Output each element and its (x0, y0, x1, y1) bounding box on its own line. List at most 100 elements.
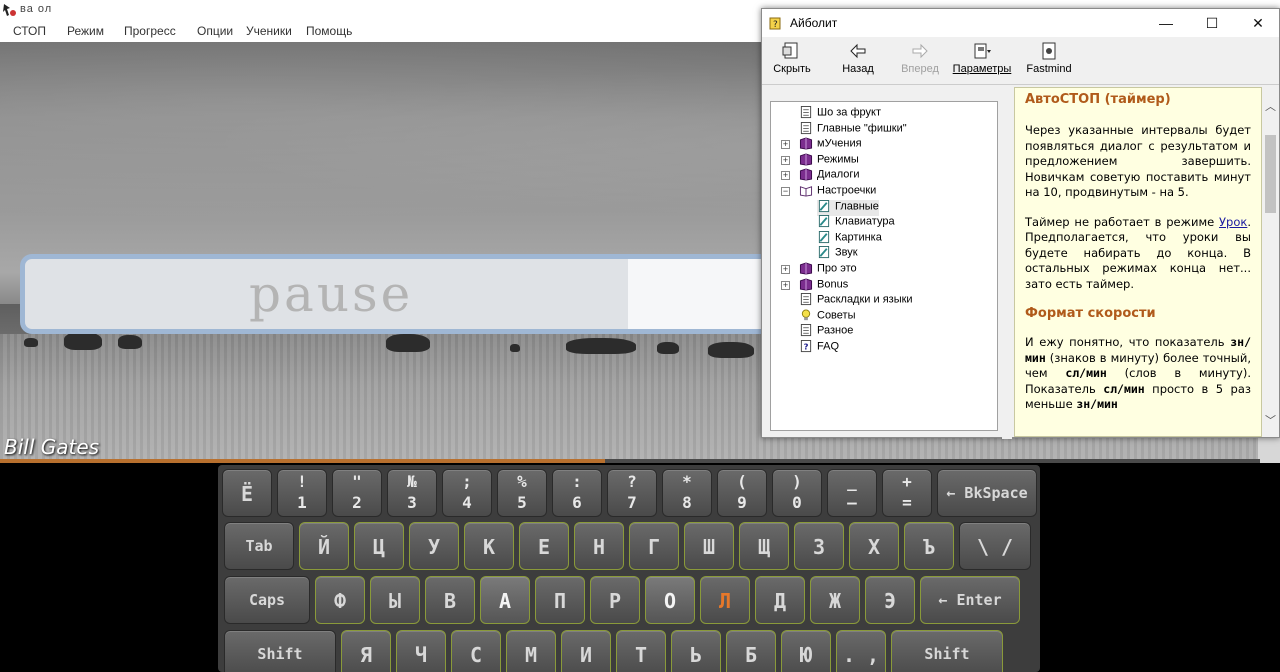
key-label: З (812, 535, 826, 559)
tree-item[interactable]: Главные (817, 199, 879, 216)
key-row1-0[interactable]: Ё (222, 469, 272, 517)
minimize-button[interactable]: — (1143, 9, 1189, 37)
key-row4-0[interactable]: Shift (224, 630, 336, 672)
key-row1-3[interactable]: № 3 (387, 469, 437, 517)
scroll-thumb[interactable] (1265, 135, 1276, 213)
key-row1-5[interactable]: % 5 (497, 469, 547, 517)
menu-mode[interactable]: Режим (67, 24, 104, 38)
key-row1-10[interactable]: ) 0 (772, 469, 822, 517)
key-row2-6[interactable]: Н (574, 522, 624, 570)
maximize-button[interactable]: ☐ (1189, 9, 1235, 37)
key-row3-0[interactable]: Caps (224, 576, 310, 624)
tree-item[interactable]: Советы (799, 309, 855, 325)
key-row4-3[interactable]: С (451, 630, 501, 672)
expand-icon[interactable]: + (781, 155, 790, 165)
key-row1-9[interactable]: (9 (717, 469, 767, 517)
key-row3-9[interactable]: Д (755, 576, 805, 624)
options-button[interactable]: Параметры (952, 39, 1012, 83)
tree-item[interactable]: Bonus (799, 278, 848, 294)
key-row4-6[interactable]: Т (616, 630, 666, 672)
key-row4-1[interactable]: Я (341, 630, 391, 672)
key-row2-1[interactable]: Й (299, 522, 349, 570)
key-row4-5[interactable]: И (561, 630, 611, 672)
tree-item[interactable]: Разное (799, 324, 853, 340)
scroll-down-icon[interactable]: ﹀ (1262, 413, 1279, 430)
key-row3-7[interactable]: О (645, 576, 695, 624)
key-row1-2[interactable]: " 2 (332, 469, 382, 517)
key-row2-2[interactable]: Ц (354, 522, 404, 570)
key-row1-1[interactable]: ! 1 (277, 469, 327, 517)
tree-item[interactable]: мУчения (799, 137, 862, 153)
collapse-icon[interactable]: − (781, 187, 790, 196)
key-row3-12[interactable]: ← Enter (920, 576, 1020, 624)
key-shift-label: + (902, 472, 912, 491)
expand-icon[interactable]: + (781, 171, 790, 181)
tree-item[interactable]: ? FAQ (799, 340, 839, 356)
key-row4-11[interactable]: Shift (891, 630, 1003, 672)
hide-button[interactable]: Скрыть (770, 39, 814, 83)
key-row1-6[interactable]: :6 (552, 469, 602, 517)
key-row2-9[interactable]: Щ (739, 522, 789, 570)
key-row2-3[interactable]: У (409, 522, 459, 570)
key-row2-12[interactable]: Ъ (904, 522, 954, 570)
key-row1-12[interactable]: + = (882, 469, 932, 517)
key-row3-11[interactable]: Э (865, 576, 915, 624)
key-row3-2[interactable]: Ы (370, 576, 420, 624)
tree-item[interactable]: Звук (817, 246, 858, 262)
expand-icon[interactable]: + (781, 265, 790, 274)
tree-item[interactable]: Раскладки и языки (799, 293, 913, 309)
key-row2-4[interactable]: К (464, 522, 514, 570)
back-button[interactable]: Назад (836, 39, 880, 83)
key-row3-1[interactable]: Ф (315, 576, 365, 624)
key-row4-7[interactable]: Ь (671, 630, 721, 672)
menu-help[interactable]: Помощь (306, 24, 352, 38)
key-row2-10[interactable]: З (794, 522, 844, 570)
tree-item[interactable]: Диалоги (799, 168, 860, 184)
key-row2-0[interactable]: Tab (224, 522, 294, 570)
menu-options[interactable]: Опции (197, 24, 233, 38)
key-row2-7[interactable]: Г (629, 522, 679, 570)
key-row4-8[interactable]: Б (726, 630, 776, 672)
key-row2-8[interactable]: Ш (684, 522, 734, 570)
menu-students[interactable]: Ученики (246, 24, 292, 38)
fastmind-button[interactable]: Fastmind (1024, 39, 1074, 83)
tree-item[interactable]: Картинка (817, 230, 882, 247)
key-row2-13[interactable]: \ / (959, 522, 1031, 570)
pane-splitter[interactable] (1002, 87, 1012, 439)
scroll-up-icon[interactable]: ︿ (1262, 99, 1279, 116)
key-row4-2[interactable]: Ч (396, 630, 446, 672)
key-label: Е (537, 535, 551, 559)
key-row4-10[interactable]: . , (836, 630, 886, 672)
key-row1-13[interactable]: ← BkSpace (937, 469, 1037, 517)
key-row4-4[interactable]: М (506, 630, 556, 672)
tree-item[interactable]: Режимы (799, 153, 859, 169)
tree-item[interactable]: Про это (799, 262, 857, 278)
key-row3-3[interactable]: В (425, 576, 475, 624)
tree-item[interactable]: Главные "фишки" (799, 121, 907, 138)
key-row1-8[interactable]: * 8 (662, 469, 712, 517)
key-row1-4[interactable]: ; 4 (442, 469, 492, 517)
key-shift-label: № (407, 472, 417, 491)
tree-item[interactable]: Клавиатура (817, 215, 895, 231)
expand-icon[interactable]: + (781, 140, 790, 150)
key-row4-9[interactable]: Ю (781, 630, 831, 672)
tree-item[interactable]: Настроечки (799, 184, 876, 200)
lesson-link[interactable]: Урок (1219, 215, 1247, 229)
close-button[interactable]: ✕ (1235, 9, 1280, 37)
key-row3-10[interactable]: Ж (810, 576, 860, 624)
content-scrollbar[interactable]: ︿ ﹀ (1262, 87, 1279, 437)
menu-progress[interactable]: Прогресс (124, 24, 176, 38)
tree-item[interactable]: Шо за фрукт (799, 106, 881, 122)
key-row3-6[interactable]: Р (590, 576, 640, 624)
key-row2-11[interactable]: Х (849, 522, 899, 570)
key-row2-5[interactable]: Е (519, 522, 569, 570)
key-row1-11[interactable]: _ – (827, 469, 877, 517)
key-row3-8[interactable]: Л (700, 576, 750, 624)
key-row1-7[interactable]: ? 7 (607, 469, 657, 517)
key-label: Ъ (922, 535, 936, 559)
forward-button[interactable]: Вперед (898, 39, 942, 83)
menu-stop[interactable]: СТОП (13, 24, 46, 38)
key-row3-5[interactable]: П (535, 576, 585, 624)
expand-icon[interactable]: + (781, 280, 790, 290)
key-row3-4[interactable]: А (480, 576, 530, 624)
